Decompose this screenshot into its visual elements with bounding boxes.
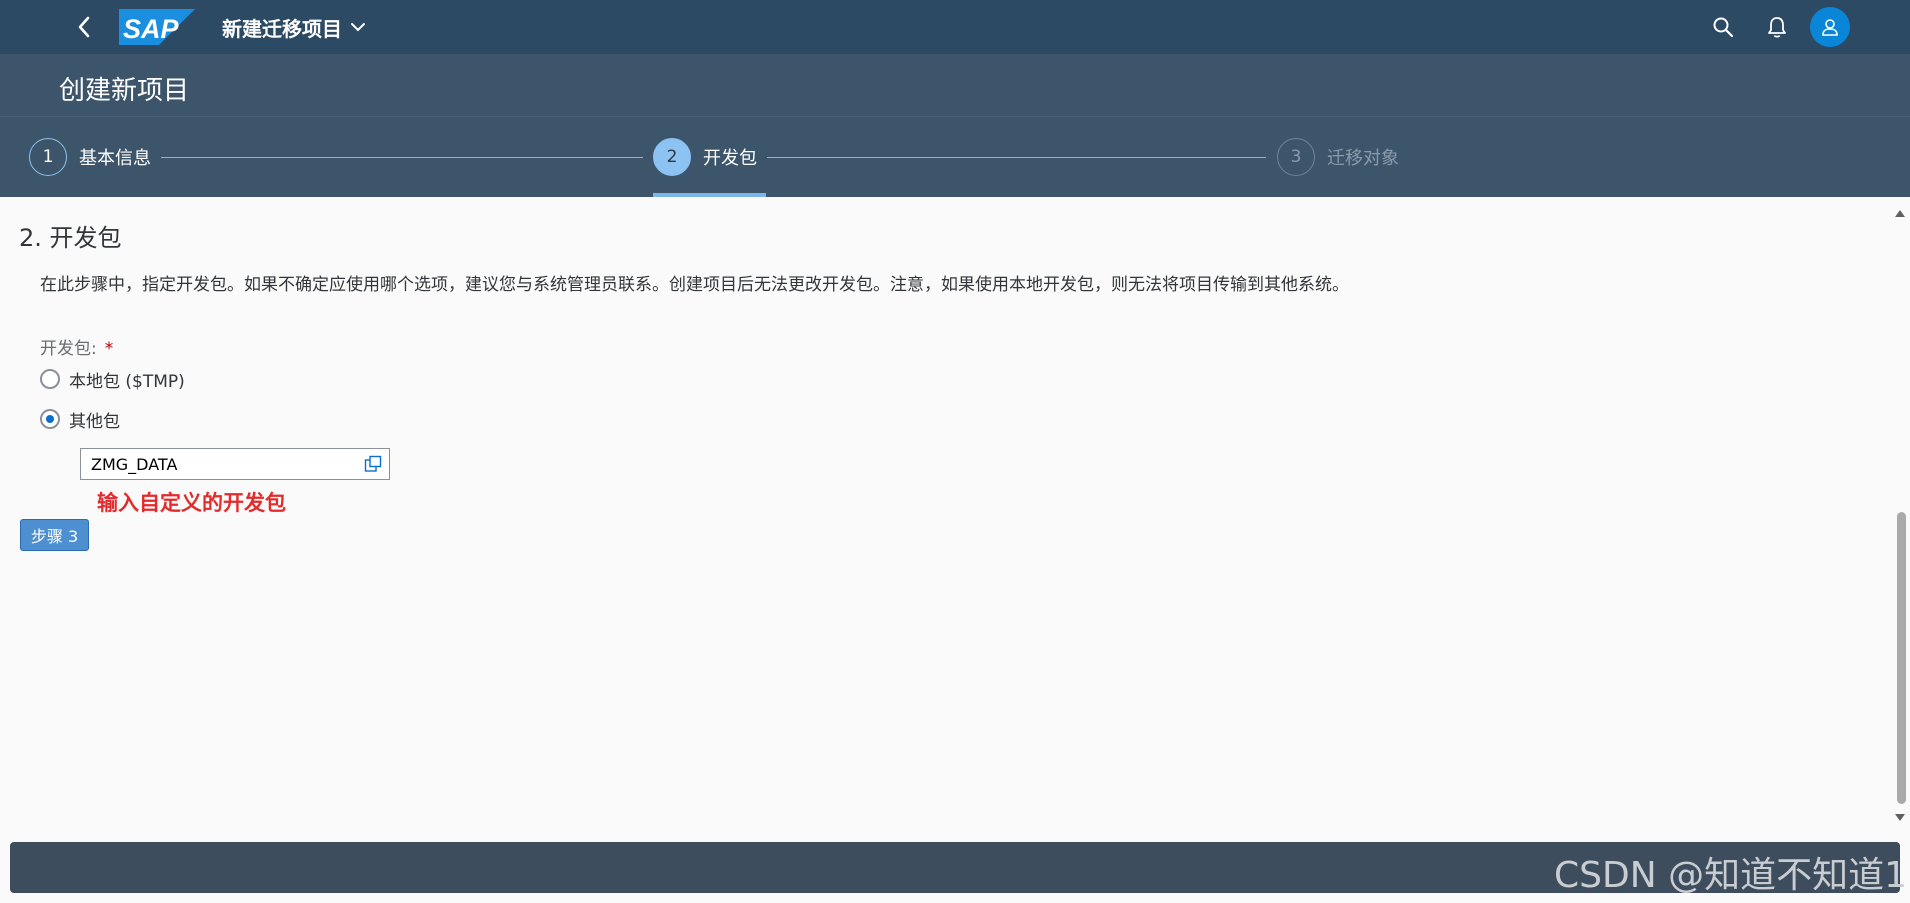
radio-label: 本地包 ($TMP) [69,371,185,392]
step-number: 2 [653,138,691,176]
arrow-up-icon [1895,209,1905,217]
radio-label: 其他包 [69,411,120,432]
step-number: 1 [29,138,67,176]
wizard-step-1[interactable]: 1 基本信息 [29,137,151,177]
step-description: 在此步骤中，指定开发包。如果不确定应使用哪个选项，建议您与系统管理员联系。创建项… [40,275,1349,295]
next-step-button[interactable]: 步骤 3 [20,519,89,551]
search-button[interactable] [1708,12,1738,42]
scroll-down-arrow[interactable] [1893,810,1907,824]
search-icon [1713,17,1734,38]
back-icon [78,16,90,38]
step-connector [161,157,643,158]
chevron-down-icon [351,23,365,32]
value-help-button[interactable] [357,449,389,479]
watermark: CSDN @知道不知道1 [1554,855,1907,896]
step-number: 3 [1277,138,1315,176]
radio-button[interactable] [40,409,60,429]
arrow-down-icon [1895,813,1905,821]
page-header: 创建新项目 [0,54,1910,116]
package-input-field[interactable] [80,448,390,480]
radio-other-package[interactable]: 其他包 [40,406,120,432]
required-marker: * [104,339,114,359]
step-label: 开发包 [703,148,757,169]
package-input[interactable] [81,449,357,479]
app-title: 新建迁移项目 [222,16,342,41]
step-label: 基本信息 [79,148,151,169]
scrollbar-thumb[interactable] [1897,512,1906,804]
svg-text:SAP: SAP [123,14,180,44]
package-label-text: 开发包: [40,339,97,359]
shell-bar: SAP 新建迁移项目 [0,0,1910,54]
section-title: 2. 开发包 [19,224,122,252]
notifications-button[interactable] [1762,12,1792,42]
user-icon [1822,19,1838,36]
step-connector [767,157,1266,158]
back-button[interactable] [70,13,98,41]
step-label: 迁移对象 [1327,148,1399,169]
wizard-step-2[interactable]: 2 开发包 [653,137,757,177]
wizard-step-3[interactable]: 3 迁移对象 [1277,137,1399,177]
bell-icon [1768,17,1786,38]
radio-local-package[interactable]: 本地包 ($TMP) [40,366,185,392]
radio-button[interactable] [40,369,60,389]
package-field-label: 开发包: * [40,334,113,359]
user-avatar[interactable] [1810,7,1850,47]
value-help-icon [364,455,382,472]
wizard-progress: 1 基本信息 2 开发包 3 迁移对象 [0,116,1910,197]
page-title: 创建新项目 [59,76,190,106]
red-annotation: 输入自定义的开发包 [97,491,286,515]
app-title-menu[interactable]: 新建迁移项目 [222,12,366,42]
current-step-indicator [653,193,766,197]
scroll-up-arrow[interactable] [1893,206,1907,220]
sap-logo: SAP [119,9,195,45]
